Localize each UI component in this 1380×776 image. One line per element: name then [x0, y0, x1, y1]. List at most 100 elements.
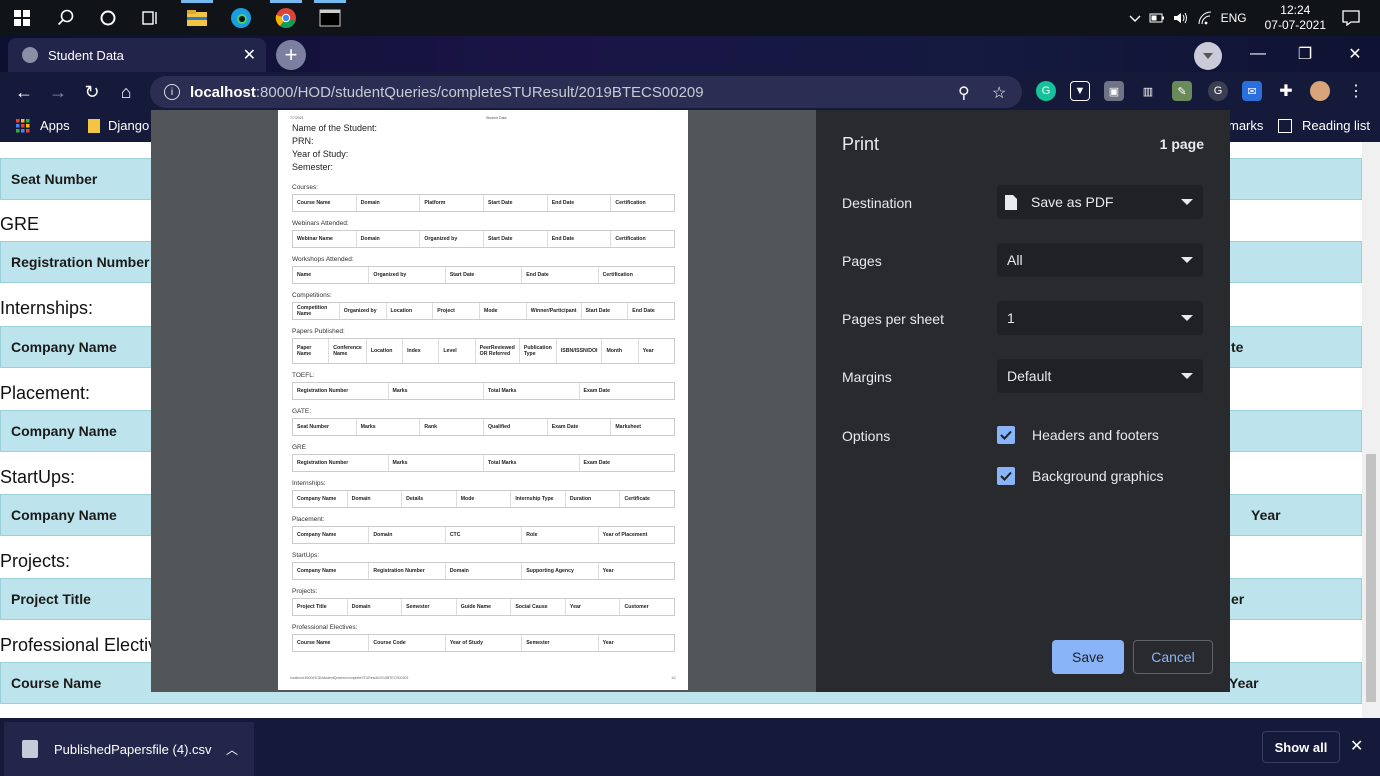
preview-table-header: Course Name Domain Platform Start Date End D…	[292, 194, 675, 212]
leaf-extension-icon[interactable]: ✎	[1172, 81, 1192, 101]
windows-taskbar: ENG 12:24 07-07-2021	[0, 0, 1380, 36]
back-button[interactable]: ←	[8, 76, 40, 108]
url-path: :8000/HOD/studentQueries/completeSTUResu…	[255, 83, 704, 101]
header-cell: er	[1231, 591, 1245, 607]
preview-column-header: Company Name	[293, 563, 370, 579]
cortana-icon[interactable]	[86, 0, 130, 36]
extension-icon[interactable]: ▣	[1104, 81, 1124, 101]
speaker-icon[interactable]	[1173, 11, 1189, 25]
show-all-button[interactable]: Show all	[1262, 731, 1340, 763]
forward-button[interactable]: →	[42, 76, 74, 108]
battery-icon[interactable]	[1149, 13, 1165, 23]
preview-column-header: Duration	[566, 491, 621, 507]
preview-column-header: Company Name	[293, 491, 348, 507]
tab-student-data[interactable]: Student Data ✕	[8, 38, 266, 72]
chrome-icon[interactable]	[264, 0, 308, 36]
new-tab-button[interactable]: +	[276, 40, 306, 70]
margins-label: Margins	[842, 369, 892, 385]
task-view-icon[interactable]	[128, 0, 172, 36]
page-count: 1 page	[1159, 136, 1204, 152]
header-cell: Course Name	[11, 675, 102, 691]
margins-select[interactable]: Default	[997, 359, 1203, 393]
close-icon[interactable]: ✕	[1350, 736, 1363, 756]
cancel-button[interactable]: Cancel	[1133, 640, 1213, 674]
scroll-thumb[interactable]	[1366, 454, 1376, 702]
preview-column-header: Start Date	[446, 267, 523, 283]
zoom-icon[interactable]: ⚲	[958, 83, 970, 103]
preview-column-header: Supporting Agency	[522, 563, 599, 579]
download-shelf: PublishedPapersfile (4).csv ︿ Show all ✕	[0, 718, 1380, 776]
grammarly-extension-icon[interactable]: G	[1036, 81, 1056, 101]
preview-column-header: Domain	[348, 599, 403, 615]
file-explorer-icon[interactable]	[175, 0, 219, 36]
preview-column-header: Year of Placement	[602, 532, 648, 538]
restore-button[interactable]: ❐	[1280, 36, 1330, 72]
pages-per-sheet-select[interactable]: 1	[997, 301, 1203, 335]
header-cell: te	[1231, 339, 1244, 355]
student-info: Name of the Student: PRN: Year of Study:…	[292, 122, 377, 174]
chevron-up-icon[interactable]: ︿	[226, 741, 238, 758]
info-line: Semester:	[292, 162, 334, 172]
windows-start-icon[interactable]	[0, 0, 44, 36]
preview-table-header: Seat Number Marks Rank Qualified Exam Date Ma…	[292, 418, 675, 436]
preview-column-header: Exam Date	[548, 419, 612, 435]
reload-button[interactable]: ↻	[76, 76, 108, 108]
tab-strip: Student Data ✕ + — ❐ ✕	[0, 36, 1380, 72]
mail-extension-icon[interactable]: ✉	[1242, 81, 1262, 101]
background-graphics-checkbox[interactable]	[997, 467, 1015, 485]
tab-search-icon[interactable]	[1194, 42, 1222, 70]
home-button[interactable]: ⌂	[110, 76, 142, 108]
download-item[interactable]: PublishedPapersfile (4).csv ︿	[4, 722, 254, 776]
pages-value: All	[1007, 252, 1023, 268]
headers-footers-option[interactable]: Headers and footers	[997, 426, 1159, 444]
pages-per-sheet-value: 1	[1007, 310, 1015, 326]
profile-avatar[interactable]	[1310, 81, 1330, 101]
preview-table-header: Paper Name Conference Name Location Index Le…	[292, 338, 675, 364]
chevron-down-icon	[1181, 373, 1193, 379]
preview-column-header: Year of Study	[446, 635, 523, 651]
language-indicator[interactable]: ENG	[1221, 11, 1247, 25]
bookmark-django[interactable]: Django	[88, 118, 149, 133]
bookmark-other[interactable]: marks	[1228, 118, 1263, 133]
address-bar[interactable]: i localhost:8000/HOD/studentQueries/comp…	[150, 76, 1022, 108]
g-extension-icon[interactable]: G	[1208, 81, 1228, 101]
chevron-up-icon[interactable]	[1129, 14, 1141, 22]
reader-extension-icon[interactable]: ▥	[1138, 81, 1158, 101]
puzzle-extensions-icon[interactable]: ✚	[1276, 81, 1296, 101]
preview-column-header: Semester	[402, 599, 457, 615]
headers-footers-checkbox[interactable]	[997, 426, 1015, 444]
preview-table-header: Course Name Course Code Year of Study Semes…	[292, 634, 675, 652]
preview-column-header: Exam Date	[583, 388, 611, 394]
minimize-button[interactable]: —	[1233, 36, 1283, 72]
reading-list-button[interactable]: Reading list	[1278, 118, 1370, 133]
preview-column-header: Certification	[615, 236, 646, 242]
clock[interactable]: 12:24 07-07-2021	[1265, 3, 1326, 33]
preview-column-header: Customer	[624, 604, 649, 610]
preview-column-header: Project Title	[293, 599, 348, 615]
terminal-icon[interactable]	[308, 0, 352, 36]
preview-column-header: Marks	[357, 419, 421, 435]
page-scrollbar[interactable]	[1362, 142, 1380, 718]
section-title: Placement:	[0, 383, 91, 403]
destination-select[interactable]: Save as PDF	[997, 185, 1203, 219]
close-window-button[interactable]: ✕	[1330, 36, 1380, 72]
more-menu-icon[interactable]: ⋮	[1346, 81, 1366, 101]
preview-column-header: Marksheet	[615, 424, 642, 430]
bookmark-apps[interactable]: Apps	[16, 118, 70, 133]
close-tab-icon[interactable]: ✕	[243, 45, 256, 65]
csv-file-icon	[22, 740, 38, 758]
background-graphics-option[interactable]: Background graphics	[997, 467, 1164, 485]
wifi-icon[interactable]	[1197, 11, 1213, 25]
bookmark-star-icon[interactable]: ☆	[992, 83, 1006, 103]
save-button[interactable]: Save	[1052, 640, 1124, 674]
notification-icon[interactable]	[1342, 10, 1360, 26]
browser-toolbar: ← → ↻ ⌂ i localhost:8000/HOD/studentQuer…	[0, 72, 1380, 112]
site-info-icon[interactable]: i	[164, 84, 180, 100]
edge-icon[interactable]	[219, 0, 263, 36]
search-icon[interactable]	[44, 0, 88, 36]
pages-select[interactable]: All	[997, 243, 1203, 277]
shield-extension-icon[interactable]: ▼	[1070, 81, 1090, 101]
preview-section-title: Internships:	[292, 480, 326, 487]
preview-column-header: Certificate	[624, 496, 650, 502]
header-cell: Company Name	[11, 423, 117, 439]
